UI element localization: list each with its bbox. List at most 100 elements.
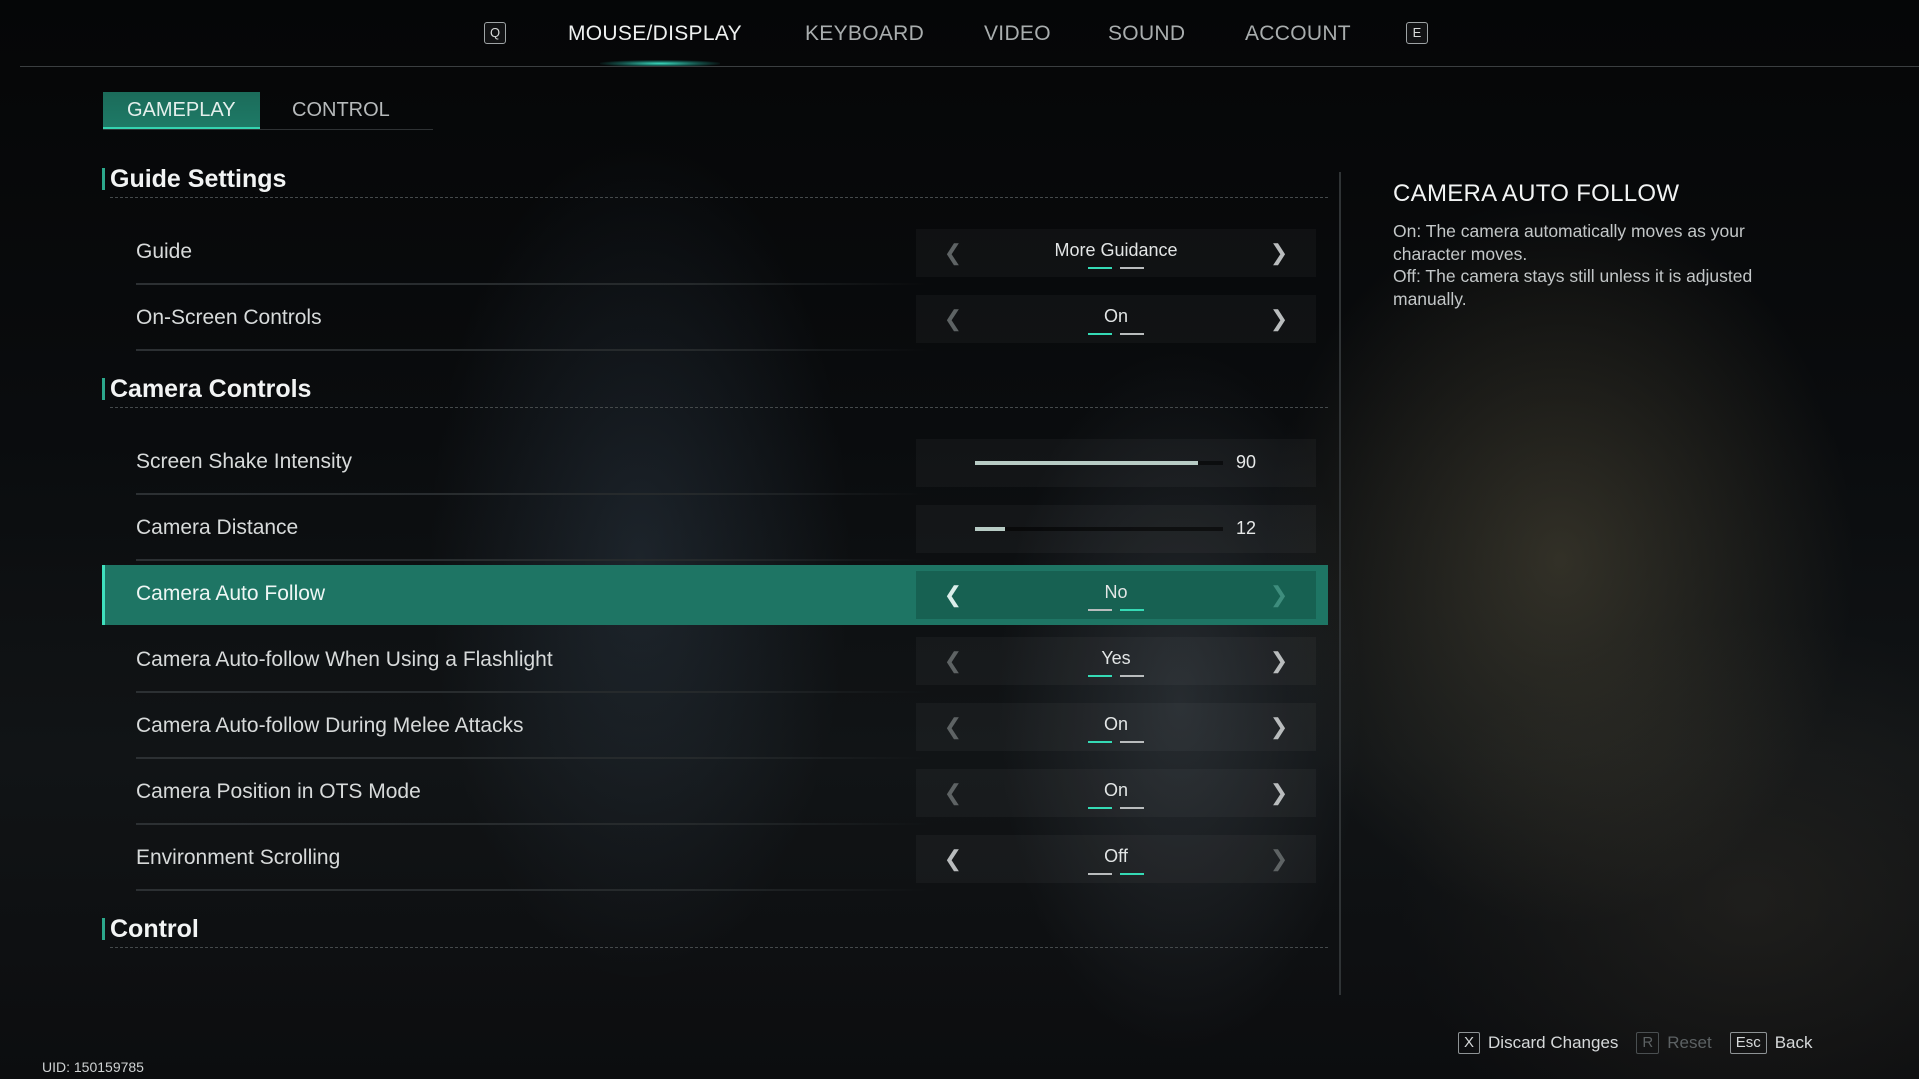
tab-mouse-display[interactable]: MOUSE/DISPLAY	[568, 22, 742, 46]
key-hint: R	[1636, 1032, 1660, 1054]
chevron-right-icon[interactable]: ❯	[1264, 579, 1294, 611]
option-indicator	[1088, 807, 1144, 809]
row-divider	[136, 691, 928, 693]
slider-track[interactable]	[975, 527, 1223, 531]
tab-account[interactable]: ACCOUNT	[1245, 22, 1351, 46]
reset-button[interactable]: R Reset	[1636, 1032, 1712, 1054]
setting-label: Camera Auto Follow	[136, 582, 326, 605]
option-pip	[1088, 267, 1112, 269]
key-hint: X	[1458, 1032, 1481, 1054]
option-pip	[1120, 873, 1144, 875]
slider-track[interactable]	[975, 461, 1223, 465]
option-selector[interactable]: ❮ On ❯	[916, 703, 1316, 751]
option-pip	[1120, 267, 1144, 269]
option-indicator	[1088, 333, 1144, 335]
subtab-divider	[103, 129, 433, 130]
footer-actions: X Discard Changes R Reset Esc Back	[1458, 1030, 1813, 1056]
subtab-control[interactable]: CONTROL	[268, 92, 414, 129]
option-pip	[1088, 609, 1112, 611]
setting-row-camera-auto-follow[interactable]: Camera Auto Follow ❮ No ❯	[102, 565, 1328, 625]
option-value: More Guidance	[1054, 240, 1178, 260]
info-line-off: Off: The camera stays still unless it is…	[1393, 266, 1753, 309]
option-selector[interactable]: ❮ On ❯	[916, 295, 1316, 343]
setting-label: Environment Scrolling	[136, 846, 341, 869]
chevron-right-icon[interactable]: ❯	[1264, 777, 1294, 809]
info-panel-title: CAMERA AUTO FOLLOW	[1393, 180, 1680, 207]
chevron-right-icon[interactable]: ❯	[1264, 711, 1294, 743]
section-divider	[110, 947, 1328, 948]
chevron-right-icon[interactable]: ❯	[1264, 237, 1294, 269]
section-header-guide-settings: Guide Settings	[102, 165, 286, 194]
option-pip	[1088, 741, 1112, 743]
option-pip	[1120, 741, 1144, 743]
row-divider	[136, 493, 928, 495]
option-selector[interactable]: ❮ No ❯	[916, 571, 1316, 619]
option-value: On	[1103, 780, 1128, 800]
button-label: Back	[1774, 1033, 1813, 1052]
user-id: UID: 150159785	[42, 1059, 144, 1075]
option-value: No	[1104, 582, 1128, 602]
button-label: Discard Changes	[1488, 1033, 1619, 1052]
option-indicator	[1088, 675, 1144, 677]
option-value: Off	[1104, 846, 1128, 866]
subtab-gameplay[interactable]: GAMEPLAY	[103, 92, 260, 129]
slider-fill	[975, 461, 1199, 465]
chevron-right-icon[interactable]: ❯	[1264, 843, 1294, 875]
row-divider	[136, 349, 928, 351]
setting-row-camera-auto-follow-melee[interactable]: Camera Auto-follow During Melee Attacks …	[102, 697, 1328, 759]
slider-value: 12	[1236, 518, 1257, 538]
scrollbar[interactable]	[1339, 172, 1341, 995]
setting-label: Guide	[136, 240, 193, 263]
option-pip	[1120, 333, 1144, 335]
option-indicator	[1088, 741, 1144, 743]
prev-tab-key-hint[interactable]: Q	[484, 22, 506, 44]
setting-label: Camera Position in OTS Mode	[136, 780, 421, 803]
chevron-right-icon[interactable]: ❯	[1264, 303, 1294, 335]
slider-fill	[975, 527, 1005, 531]
option-selector[interactable]: ❮ More Guidance ❯	[916, 229, 1316, 277]
option-selector[interactable]: ❮ Off ❯	[916, 835, 1316, 883]
key-hint: Esc	[1729, 1032, 1767, 1054]
top-nav-divider	[20, 66, 1919, 67]
info-line-on: On: The camera automatically moves as yo…	[1393, 221, 1745, 264]
setting-row-camera-distance[interactable]: Camera Distance 12	[102, 499, 1328, 561]
row-divider	[136, 889, 928, 891]
slider-control[interactable]: 90	[916, 439, 1316, 487]
tab-sound[interactable]: SOUND	[1108, 22, 1185, 46]
option-value: Yes	[1101, 648, 1131, 668]
option-indicator	[1088, 873, 1144, 875]
option-selector[interactable]: ❮ On ❯	[916, 769, 1316, 817]
section-header-camera-controls: Camera Controls	[102, 375, 311, 404]
option-indicator	[1088, 609, 1144, 611]
setting-row-camera-auto-follow-flashlight[interactable]: Camera Auto-follow When Using a Flashlig…	[102, 631, 1328, 693]
slider-value: 90	[1236, 452, 1257, 472]
row-divider	[136, 559, 928, 561]
setting-label: Screen Shake Intensity	[136, 450, 352, 473]
chevron-right-icon[interactable]: ❯	[1264, 645, 1294, 677]
option-pip	[1120, 675, 1144, 677]
tab-video[interactable]: VIDEO	[984, 22, 1051, 46]
option-indicator	[1088, 267, 1144, 269]
section-divider	[110, 407, 1328, 408]
row-divider	[136, 757, 928, 759]
next-tab-key-hint[interactable]: E	[1406, 22, 1428, 44]
setting-row-guide[interactable]: Guide ❮ More Guidance ❯	[102, 223, 1328, 285]
info-panel-description: On: The camera automatically moves as yo…	[1393, 220, 1813, 310]
section-header-control: Control	[102, 915, 199, 944]
option-pip	[1088, 333, 1112, 335]
back-button[interactable]: Esc Back	[1729, 1032, 1813, 1054]
option-selector[interactable]: ❮ Yes ❯	[916, 637, 1316, 685]
setting-label: Camera Auto-follow During Melee Attacks	[136, 714, 524, 737]
top-navigation: Q MOUSE/DISPLAY KEYBOARD VIDEO SOUND ACC…	[0, 0, 1919, 67]
setting-row-environment-scrolling[interactable]: Environment Scrolling ❮ Off ❯	[102, 829, 1328, 891]
discard-changes-button[interactable]: X Discard Changes	[1458, 1032, 1618, 1054]
section-divider	[110, 197, 1328, 198]
setting-row-camera-position-ots[interactable]: Camera Position in OTS Mode ❮ On ❯	[102, 763, 1328, 825]
tab-keyboard[interactable]: KEYBOARD	[805, 22, 924, 46]
button-label: Reset	[1667, 1033, 1712, 1052]
setting-row-screen-shake-intensity[interactable]: Screen Shake Intensity 90	[102, 433, 1328, 495]
setting-label: Camera Auto-follow When Using a Flashlig…	[136, 648, 553, 671]
slider-control[interactable]: 12	[916, 505, 1316, 553]
row-divider	[136, 823, 928, 825]
setting-row-on-screen-controls[interactable]: On-Screen Controls ❮ On ❯	[102, 289, 1328, 351]
